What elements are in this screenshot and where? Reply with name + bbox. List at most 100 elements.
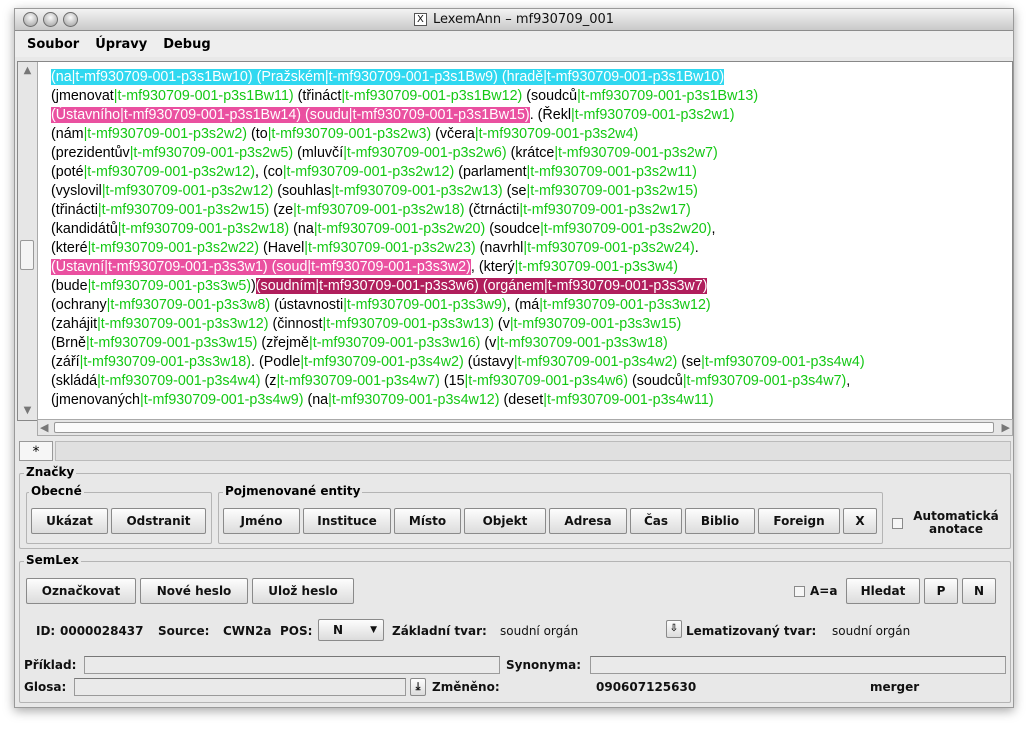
token-tag[interactable]: |t-mf930709-001-p3s2w22) <box>88 240 259 256</box>
token-text[interactable]: souhlas <box>282 183 331 199</box>
scroll-right-icon[interactable]: ▶ <box>1002 421 1010 434</box>
token-tag[interactable]: |t-mf930709-001-p3s2w6) <box>343 145 506 161</box>
biblio-button[interactable]: Biblio <box>685 508 755 534</box>
synonyma-input[interactable] <box>590 656 1006 674</box>
instituce-button[interactable]: Instituce <box>303 508 391 534</box>
glosa-input[interactable] <box>74 678 406 696</box>
token-text[interactable]: se <box>511 183 526 199</box>
token-text[interactable]: ( <box>273 183 282 199</box>
token-text[interactable]: kandidátů <box>56 221 118 237</box>
token-text[interactable]: zřejmě <box>266 335 309 351</box>
token-text[interactable]: ( <box>440 373 449 389</box>
token-tag[interactable]: |t-mf930709-001-p3s3w4) <box>515 259 678 275</box>
token-text[interactable]: jmenovat <box>56 88 114 104</box>
token-tag[interactable]: |t-mf930709-001-p3s2w20) <box>314 221 485 237</box>
token-tag[interactable]: |t-mf930709-001-p3s2w5) <box>130 145 293 161</box>
token-tag[interactable]: |t-mf930709-001-p3s2w4) <box>475 126 638 142</box>
token-text[interactable]: , ( <box>471 259 484 275</box>
token-text[interactable]: to <box>256 126 268 142</box>
token-tag[interactable]: |t-mf930709-001-p3s3w15) <box>86 335 257 351</box>
token-text[interactable]: ( <box>257 335 266 351</box>
token-tag[interactable]: |t-mf930709-001-p3s4w2) <box>514 354 677 370</box>
token-text[interactable]: krátce <box>515 145 554 161</box>
token-tag[interactable]: |t-mf930709-001-p3s3w12) <box>97 316 268 332</box>
token-tag[interactable]: |t-mf930709-001-p3s2w15) <box>527 183 698 199</box>
token-text[interactable]: ze <box>278 202 293 218</box>
token-tag[interactable]: |t-mf930709-001-p3s2w20) <box>540 221 711 237</box>
token-tag[interactable]: |t-mf930709-001-p3s1Bw11) <box>114 88 294 104</box>
token-tag[interactable]: |t-mf930709-001-p3s4w7) <box>683 373 846 389</box>
token-text[interactable]: . ( <box>251 354 264 370</box>
token-text[interactable]: soudců <box>637 373 683 389</box>
token-text[interactable]: ( <box>269 202 278 218</box>
token-text[interactable]: poté <box>56 164 84 180</box>
token-text[interactable]: co <box>268 164 283 180</box>
scroll-left-icon[interactable]: ◀ <box>40 421 48 434</box>
nove-heslo-button[interactable]: Nové heslo <box>140 578 248 604</box>
token-tag[interactable]: |t-mf930709-001-p3s2w15) <box>98 202 269 218</box>
token-text[interactable]: ( <box>628 373 637 389</box>
horizontal-scroll-thumb[interactable] <box>54 422 994 433</box>
token-tag[interactable]: |t-mf930709-001-p3s3w15) <box>510 316 681 332</box>
token-text[interactable]: v <box>503 316 510 332</box>
token-text[interactable]: ( <box>485 221 494 237</box>
text-line[interactable]: (prezidentův|t-mf930709-001-p3s2w5) (mlu… <box>51 144 1011 163</box>
text-line[interactable]: (nám|t-mf930709-001-p3s2w2) (to|t-mf9307… <box>51 125 1011 144</box>
token-text[interactable]: skládá <box>56 373 97 389</box>
token-tag[interactable]: |t-mf930709-001-p3s4w12) <box>328 392 499 408</box>
token-text[interactable]: Brně <box>56 335 86 351</box>
text-line[interactable]: (Ústavní|t-mf930709-001-p3s3w1) (soud|t-… <box>51 258 1011 277</box>
text-line[interactable]: (třinácti|t-mf930709-001-p3s2w15) (ze|t-… <box>51 201 1011 220</box>
auto-annotation-checkbox[interactable] <box>892 518 903 529</box>
close-window-button[interactable] <box>23 12 38 27</box>
token-tag[interactable]: |t-mf930709-001-p3s3w18) <box>496 335 667 351</box>
token-tag[interactable]: |t-mf930709-001-p3s2w18) <box>293 202 464 218</box>
scroll-up-icon[interactable]: ▲ <box>20 64 35 78</box>
token-tag[interactable]: |t-mf930709-001-p3s3w16) <box>309 335 480 351</box>
priklad-input[interactable] <box>84 656 500 674</box>
aa-checkbox[interactable] <box>794 586 805 597</box>
foreign-button[interactable]: Foreign <box>758 508 840 534</box>
uloz-heslo-button[interactable]: Ulož heslo <box>252 578 354 604</box>
token-tag[interactable]: |t-mf930709-001-p3s4w11) <box>543 392 713 408</box>
token-text[interactable]: ( <box>464 354 473 370</box>
token-text[interactable]: ( <box>500 392 508 408</box>
token-text[interactable]: ( <box>465 202 474 218</box>
highlighted-entity[interactable]: |t-mf930709-001-p3s1Bw10) (Pražském <box>71 69 325 85</box>
hledat-button[interactable]: Hledat <box>846 578 920 604</box>
token-text[interactable]: , <box>846 373 850 389</box>
highlighted-entity[interactable]: (Ústavního|t-mf930709-001-p3s1Bw14) (sou… <box>51 107 530 123</box>
token-text[interactable]: . ( <box>530 107 543 123</box>
n-button[interactable]: N <box>962 578 996 604</box>
highlighted-entity[interactable]: (soudním|t-mf930709-001-p3s3w6) (orgánem… <box>255 278 708 294</box>
token-text[interactable]: ( <box>303 392 312 408</box>
text-line[interactable]: (skládá|t-mf930709-001-p3s4w4) (z|t-mf93… <box>51 372 1011 391</box>
text-line[interactable]: (zahájit|t-mf930709-001-p3s3w12) (činnos… <box>51 315 1011 334</box>
menu-debug[interactable]: Debug <box>163 37 210 52</box>
glosa-download-button[interactable]: ⤓ <box>410 678 426 696</box>
token-text[interactable]: Řekl <box>542 107 571 123</box>
token-text[interactable]: včera <box>440 126 475 142</box>
token-text[interactable]: ( <box>293 145 302 161</box>
misto-button[interactable]: Místo <box>394 508 461 534</box>
x-button[interactable]: X <box>843 508 877 534</box>
highlighted-entity[interactable]: |t-mf930709-001-p3s1Bw10) <box>543 69 725 85</box>
minimize-window-button[interactable] <box>43 12 58 27</box>
token-tag[interactable]: |t-mf930709-001-p3s3w8) <box>107 297 270 313</box>
token-text[interactable]: parlament <box>463 164 527 180</box>
token-text[interactable]: ( <box>431 126 440 142</box>
token-tag[interactable]: |t-mf930709-001-p3s1Bw12) <box>341 88 522 104</box>
token-tag[interactable]: |t-mf930709-001-p3s1Bw13) <box>577 88 758 104</box>
token-text[interactable]: ( <box>454 164 463 180</box>
horizontal-scrollbar[interactable]: ◀ ▶ <box>37 419 1013 436</box>
token-text[interactable]: bude <box>56 278 88 294</box>
token-tag[interactable]: |t-mf930709-001-p3s2w11) <box>527 164 697 180</box>
token-text[interactable]: třináct <box>302 88 341 104</box>
text-line[interactable]: (které|t-mf930709-001-p3s2w22) (Havel|t-… <box>51 239 1011 258</box>
text-line[interactable]: (na|t-mf930709-001-p3s1Bw10) (Pražském|t… <box>51 68 1011 87</box>
token-text[interactable]: na <box>312 392 328 408</box>
jmeno-button[interactable]: Jméno <box>223 508 300 534</box>
highlighted-entity[interactable]: |t-mf930709-001-p3s1Bw9) (hradě <box>324 69 544 85</box>
token-text[interactable]: , ( <box>507 297 520 313</box>
text-line[interactable]: (kandidátů|t-mf930709-001-p3s2w18) (na|t… <box>51 220 1011 239</box>
